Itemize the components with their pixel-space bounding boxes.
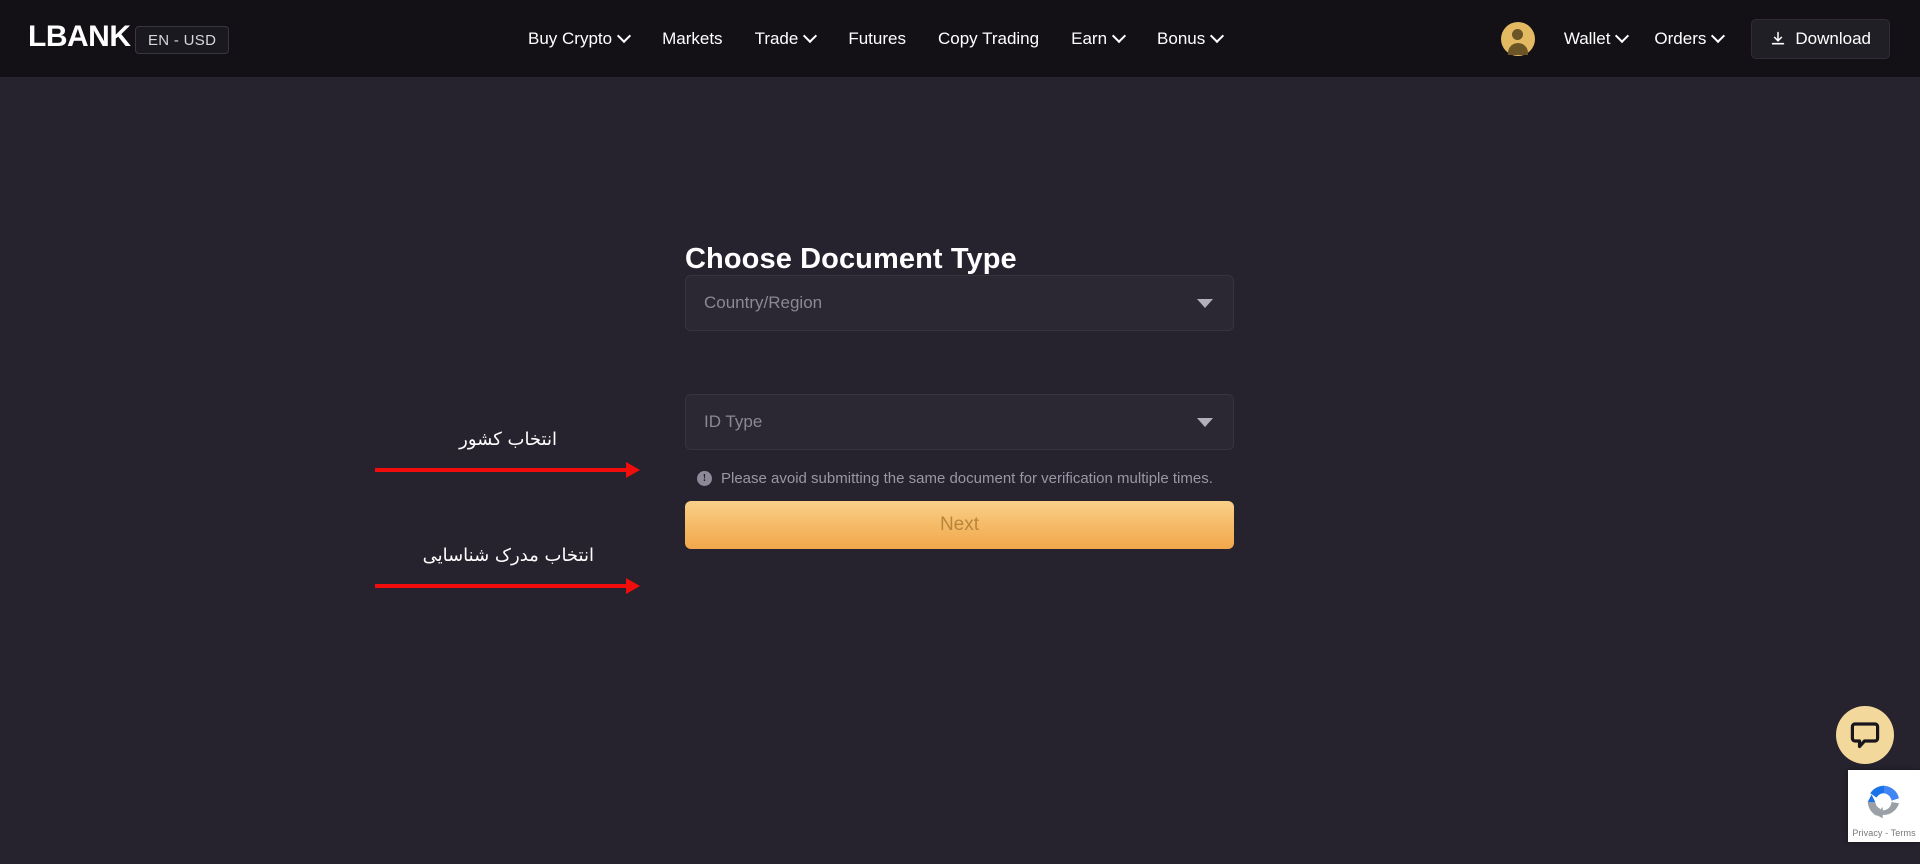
language-currency-label: EN - USD xyxy=(148,31,217,49)
nav-item-trade[interactable]: Trade xyxy=(739,0,833,77)
main-content: Choose Document Type Please select the c… xyxy=(0,77,1920,864)
annotation-label: انتخاب کشور xyxy=(459,429,557,450)
next-label: Next xyxy=(939,514,980,535)
download-button[interactable]: Download xyxy=(1751,18,1890,59)
chat-bubble-icon[interactable] xyxy=(1836,706,1894,764)
caret-down-icon xyxy=(1197,417,1213,427)
lbank-logo[interactable]: LBANK xyxy=(28,20,131,54)
annotation-select-country: انتخاب کشور xyxy=(375,429,640,478)
chevron-down-icon xyxy=(619,31,630,42)
next-button[interactable]: Next xyxy=(685,501,1234,549)
id-type-select[interactable]: ID Type xyxy=(685,394,1234,450)
wallet-label: Wallet xyxy=(1563,28,1611,48)
page-title: Choose Document Type xyxy=(685,243,1017,275)
nav-item-buy-crypto[interactable]: Buy Crypto xyxy=(512,0,646,77)
main-navigation: Buy Crypto Markets Trade Futures Copy Tr… xyxy=(512,0,1239,77)
duplicate-document-notice: ! Please avoid submitting the same docum… xyxy=(697,470,1213,487)
arrow-head-icon xyxy=(626,462,640,478)
nav-label: Bonus xyxy=(1157,28,1206,48)
nav-item-futures[interactable]: Futures xyxy=(832,0,922,77)
chevron-down-icon xyxy=(1114,31,1125,42)
nav-item-earn[interactable]: Earn xyxy=(1055,0,1141,77)
arrow-line xyxy=(375,468,627,472)
wallet-menu[interactable]: Wallet xyxy=(1551,0,1642,77)
notice-text: Please avoid submitting the same documen… xyxy=(721,470,1213,487)
nav-label: Markets xyxy=(662,28,723,48)
chevron-down-icon xyxy=(1212,31,1223,42)
nav-label: Buy Crypto xyxy=(528,28,613,48)
id-type-placeholder: ID Type xyxy=(704,412,763,431)
annotation-arrow xyxy=(375,462,640,478)
download-icon xyxy=(1772,31,1785,44)
nav-label: Earn xyxy=(1071,28,1108,48)
orders-label: Orders xyxy=(1654,28,1707,48)
chat-icon-glyph xyxy=(1850,722,1880,749)
nav-item-markets[interactable]: Markets xyxy=(646,0,738,77)
download-label: Download xyxy=(1795,28,1871,48)
country-region-placeholder: Country/Region xyxy=(704,293,823,312)
recaptcha-badge[interactable]: Privacy - Terms xyxy=(1848,770,1920,842)
nav-item-copy-trading[interactable]: Copy Trading xyxy=(922,0,1055,77)
annotation-arrow xyxy=(375,578,640,594)
header-right-actions: Wallet Orders Download xyxy=(1500,0,1890,77)
info-exclamation-icon: ! xyxy=(697,471,712,486)
nav-item-bonus[interactable]: Bonus xyxy=(1141,0,1239,77)
caret-down-icon xyxy=(1197,298,1213,308)
recaptcha-logo-icon xyxy=(1867,785,1899,819)
nav-label: Futures xyxy=(848,28,906,48)
site-header: LBANK EN - USD Buy Crypto Markets Trade … xyxy=(0,0,1920,77)
country-region-select[interactable]: Country/Region xyxy=(685,275,1234,331)
chevron-down-icon xyxy=(1713,31,1724,42)
orders-menu[interactable]: Orders xyxy=(1641,0,1737,77)
arrow-head-icon xyxy=(626,578,640,594)
arrow-line xyxy=(375,584,627,588)
chevron-down-icon xyxy=(805,31,816,42)
nav-label: Copy Trading xyxy=(937,28,1040,48)
chevron-down-icon xyxy=(1617,31,1628,42)
nav-label: Trade xyxy=(754,28,799,48)
language-currency-selector[interactable]: EN - USD xyxy=(135,26,230,54)
annotation-label: انتخاب مدرک شناسایی xyxy=(422,545,594,566)
recaptcha-privacy-terms[interactable]: Privacy - Terms xyxy=(1848,828,1920,838)
annotation-select-id-document: انتخاب مدرک شناسایی xyxy=(375,545,640,594)
user-avatar-icon[interactable] xyxy=(1500,21,1535,56)
